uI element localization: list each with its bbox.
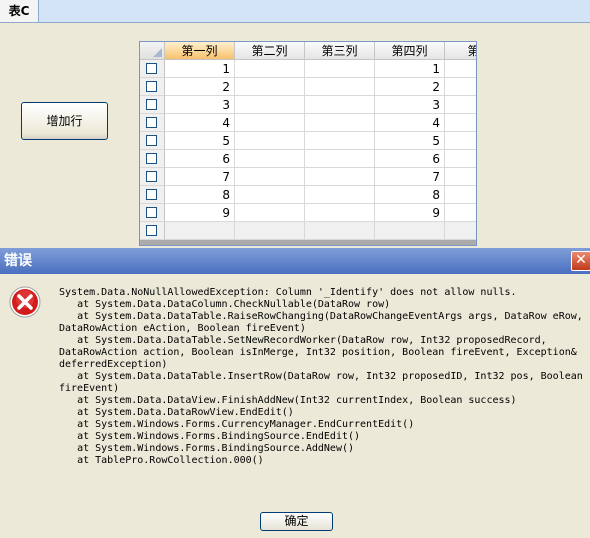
- grid-cell[interactable]: [445, 222, 476, 240]
- column-header[interactable]: 第三: [445, 42, 476, 60]
- row-checkbox[interactable]: [146, 81, 157, 92]
- grid-cell[interactable]: [305, 168, 375, 186]
- grid-cell[interactable]: [235, 222, 305, 240]
- grid-cell[interactable]: [445, 78, 476, 96]
- column-header[interactable]: 第三列: [305, 42, 375, 60]
- grid-cell[interactable]: [235, 204, 305, 222]
- tab-strip: 表C: [0, 0, 590, 23]
- row-checkbox[interactable]: [146, 135, 157, 146]
- grid-cell[interactable]: [305, 96, 375, 114]
- grid-cell[interactable]: [165, 222, 235, 240]
- row-checkbox[interactable]: [146, 99, 157, 110]
- tab-table-c[interactable]: 表C: [0, 0, 39, 22]
- column-header[interactable]: 第一列: [165, 42, 235, 60]
- grid-cell[interactable]: [305, 222, 375, 240]
- row-header[interactable]: [140, 114, 165, 132]
- grid-cell[interactable]: [235, 78, 305, 96]
- dialog-title: 错误: [4, 253, 32, 269]
- grid-cell[interactable]: 9: [165, 204, 235, 222]
- grid-cell[interactable]: 4: [165, 114, 235, 132]
- grid-cell[interactable]: 5: [375, 132, 445, 150]
- grid-cell[interactable]: [235, 114, 305, 132]
- grid-cell[interactable]: [235, 168, 305, 186]
- column-header[interactable]: 第四列: [375, 42, 445, 60]
- grid-cell[interactable]: [235, 150, 305, 168]
- grid-cell[interactable]: [305, 150, 375, 168]
- grid-cell[interactable]: [445, 96, 476, 114]
- grid-cell[interactable]: [445, 186, 476, 204]
- grid-cell[interactable]: [235, 186, 305, 204]
- row-header[interactable]: [140, 96, 165, 114]
- row-header[interactable]: [140, 186, 165, 204]
- column-header[interactable]: 第二列: [235, 42, 305, 60]
- grid-cell[interactable]: [445, 114, 476, 132]
- row-header[interactable]: [140, 204, 165, 222]
- grid-cell[interactable]: [305, 186, 375, 204]
- grid-cell[interactable]: 6: [375, 150, 445, 168]
- row-header[interactable]: [140, 222, 165, 240]
- grid-cell[interactable]: [305, 60, 375, 78]
- row-header[interactable]: [140, 168, 165, 186]
- grid-cell[interactable]: 9: [375, 204, 445, 222]
- row-header[interactable]: [140, 60, 165, 78]
- error-message: System.Data.NoNullAllowedException: Colu…: [59, 287, 583, 466]
- ok-button[interactable]: 确定: [260, 512, 333, 531]
- add-row-button[interactable]: 增加行: [21, 102, 108, 140]
- row-header[interactable]: [140, 132, 165, 150]
- grid-cell[interactable]: [305, 78, 375, 96]
- dialog-title-bar: 错误: [0, 248, 590, 274]
- grid-cell[interactable]: [445, 150, 476, 168]
- grid-cell[interactable]: [445, 204, 476, 222]
- grid-cell[interactable]: 2: [375, 78, 445, 96]
- grid-cell[interactable]: [235, 132, 305, 150]
- grid-cell[interactable]: [235, 60, 305, 78]
- row-checkbox[interactable]: [146, 189, 157, 200]
- row-checkbox[interactable]: [146, 225, 157, 236]
- grid-cell[interactable]: 8: [375, 186, 445, 204]
- grid-cell[interactable]: [375, 222, 445, 240]
- grid-cell[interactable]: 5: [165, 132, 235, 150]
- grid-cell[interactable]: 1: [165, 60, 235, 78]
- close-button[interactable]: ✕: [571, 251, 590, 271]
- grid-cell[interactable]: 6: [165, 150, 235, 168]
- grid-cell[interactable]: [445, 168, 476, 186]
- grid-cell[interactable]: [305, 132, 375, 150]
- grid-cell[interactable]: 7: [165, 168, 235, 186]
- select-all-corner[interactable]: [140, 42, 165, 60]
- row-checkbox[interactable]: [146, 63, 157, 74]
- grid-cell[interactable]: 8: [165, 186, 235, 204]
- grid-cell[interactable]: [305, 114, 375, 132]
- grid-cell[interactable]: [235, 96, 305, 114]
- row-header[interactable]: [140, 150, 165, 168]
- grid-cell[interactable]: 2: [165, 78, 235, 96]
- row-checkbox[interactable]: [146, 207, 157, 218]
- error-icon: [9, 286, 41, 318]
- row-checkbox[interactable]: [146, 117, 157, 128]
- data-grid[interactable]: 第一列第二列第三列第四列第三112233445566778899: [139, 41, 477, 246]
- grid-cell[interactable]: 7: [375, 168, 445, 186]
- grid-cell[interactable]: 4: [375, 114, 445, 132]
- grid-cell[interactable]: [445, 60, 476, 78]
- grid-cell[interactable]: [305, 204, 375, 222]
- row-header[interactable]: [140, 78, 165, 96]
- grid-cell[interactable]: 3: [165, 96, 235, 114]
- grid-cell[interactable]: [445, 132, 476, 150]
- grid-cell[interactable]: 1: [375, 60, 445, 78]
- row-checkbox[interactable]: [146, 153, 157, 164]
- row-checkbox[interactable]: [146, 171, 157, 182]
- grid-cell[interactable]: 3: [375, 96, 445, 114]
